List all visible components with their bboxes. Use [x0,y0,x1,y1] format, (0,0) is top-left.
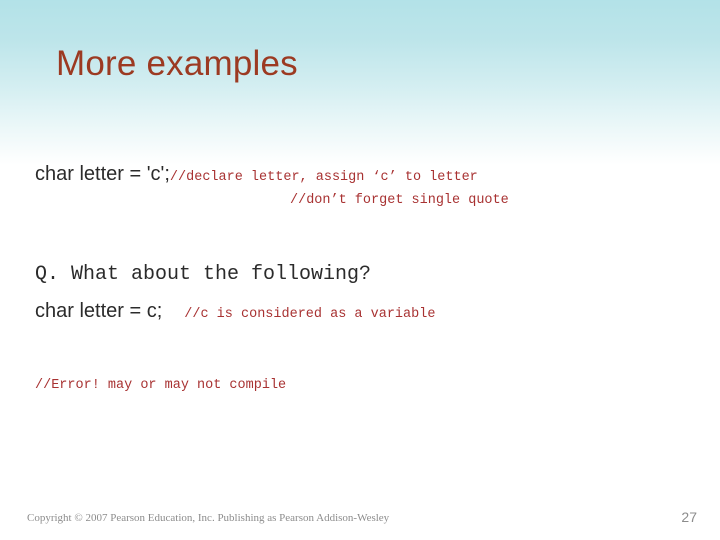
footer-copyright: Copyright © 2007 Pearson Education, Inc.… [27,512,390,524]
code-block-declaration: char letter = 'c'; //declare letter, ass… [35,162,478,187]
code-comment-single-quote-note: //don’t forget single quote [290,193,509,208]
page-number: 27 [681,509,697,525]
code-comment-declaration: //declare letter, assign ‘c’ to letter [169,170,478,185]
code-block-second-declaration: char letter = c; //c is considered as a … [35,299,435,324]
code-comment-error-note: //Error! may or may not compile [35,378,287,393]
question-text: Q. What about the following? [35,263,372,286]
code-comment-second-declaration: //c is considered as a variable [184,307,436,322]
code-text-second-declaration: char letter = c; [35,300,163,322]
slide-body: char letter = 'c'; //declare letter, ass… [0,0,720,540]
code-text-declaration: char letter = 'c'; [35,163,170,185]
slide-canvas: More examples char letter = 'c'; //decla… [0,0,720,540]
